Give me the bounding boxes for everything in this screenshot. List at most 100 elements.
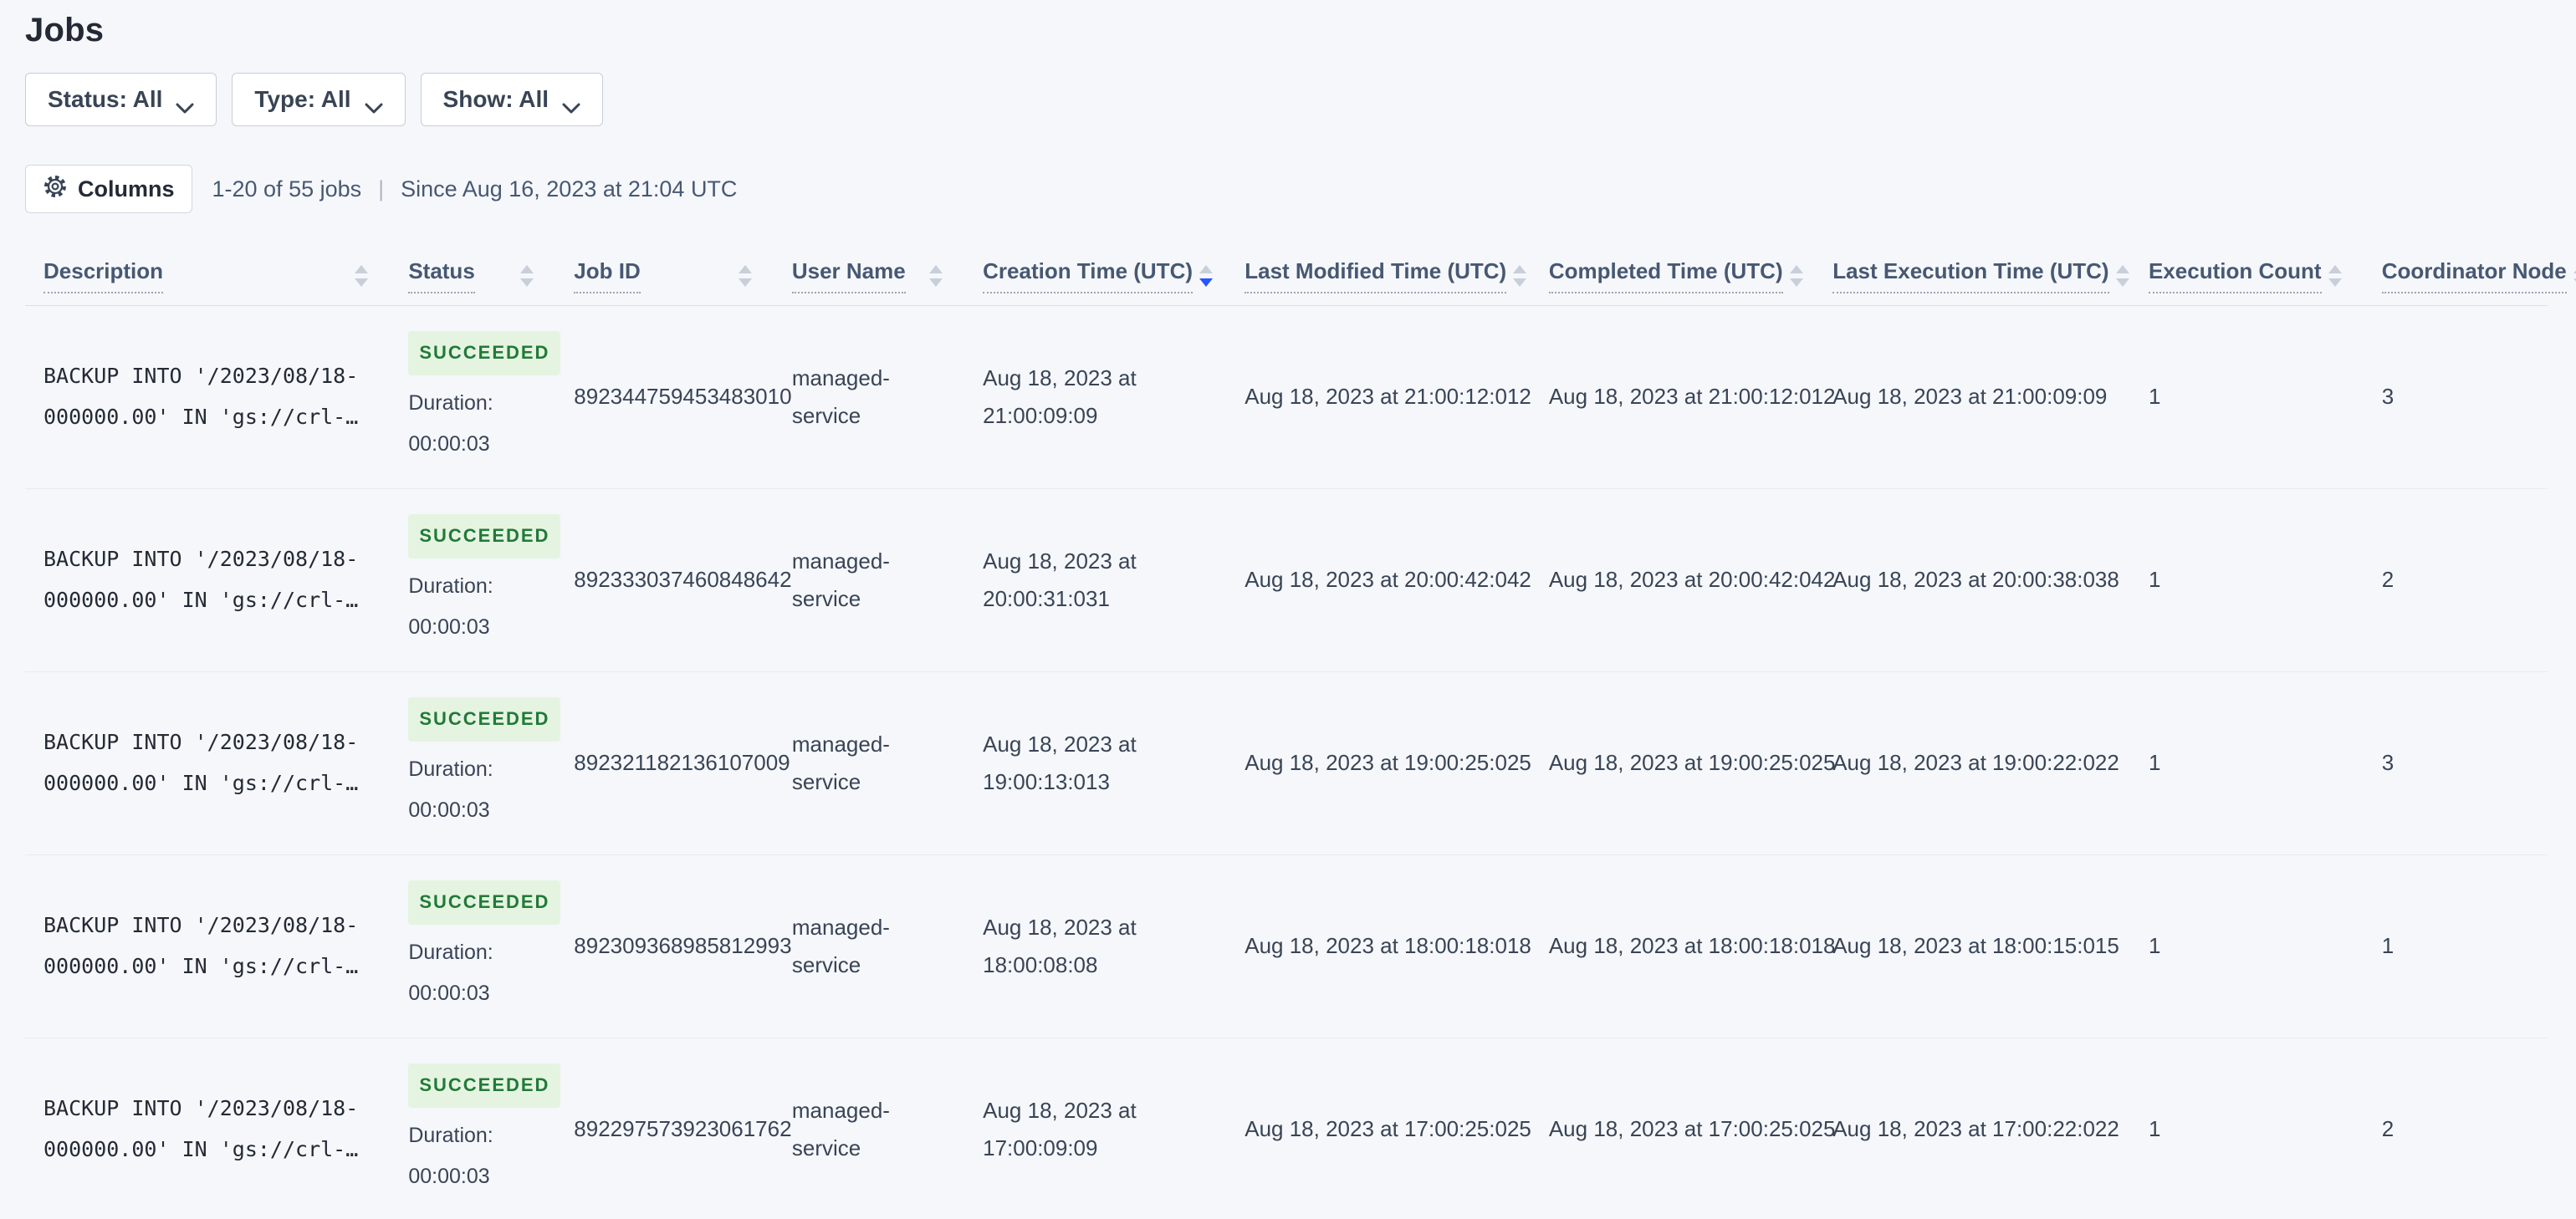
duration-label: Duration: xyxy=(408,1123,493,1147)
creation-time: Aug 18, 2023 at 19:00:13:013 xyxy=(983,731,1137,795)
sort-down-icon xyxy=(355,278,369,287)
creation-time: Aug 18, 2023 at 18:00:08:08 xyxy=(983,914,1137,978)
status-badge: SUCCEEDED xyxy=(408,1063,561,1108)
status-badge: SUCCEEDED xyxy=(408,880,561,925)
sort-icon[interactable] xyxy=(520,265,534,287)
column-header-label[interactable]: Execution Count xyxy=(2148,258,2322,293)
table-header: Description Status Job ID User Name Crea… xyxy=(25,237,2576,306)
sort-icon[interactable] xyxy=(1199,265,1213,287)
column-header[interactable]: Coordinator Node xyxy=(2361,237,2576,306)
last-modified-time: Aug 18, 2023 at 18:00:18:018 xyxy=(1245,933,1531,959)
last-execution-time: Aug 18, 2023 at 21:00:09:09 xyxy=(1832,384,2108,410)
job-description[interactable]: BACKUP INTO '/2023/08/18- 000000.00' IN … xyxy=(43,1089,368,1171)
duration-value: 00:00:03 xyxy=(408,1165,490,1189)
job-id: 892321182136107009 xyxy=(574,750,790,776)
job-id: 892309368985812993 xyxy=(574,933,792,959)
duration-label: Duration: xyxy=(408,574,493,598)
sort-icon[interactable] xyxy=(929,265,943,287)
filter-dropdown[interactable]: Show: All xyxy=(420,73,604,126)
table-row[interactable]: BACKUP INTO '/2023/08/18- 000000.00' IN … xyxy=(25,1038,2548,1219)
completed-time: Aug 18, 2023 at 18:00:18:018 xyxy=(1548,933,1836,959)
duration-value: 00:00:03 xyxy=(408,982,490,1006)
table-row[interactable]: BACKUP INTO '/2023/08/18- 000000.00' IN … xyxy=(25,306,2548,489)
column-header[interactable]: Last Modified Time (UTC) xyxy=(1224,237,1529,306)
columns-button-label: Columns xyxy=(78,176,175,201)
sort-icon[interactable] xyxy=(738,265,752,287)
coordinator-node: 3 xyxy=(2381,384,2395,410)
column-header-label[interactable]: Status xyxy=(408,258,475,293)
column-header-label[interactable]: Last Execution Time (UTC) xyxy=(1832,258,2109,293)
creation-time: Aug 18, 2023 at 20:00:31:031 xyxy=(983,548,1137,612)
completed-time: Aug 18, 2023 at 20:00:42:042 xyxy=(1548,567,1836,593)
sort-down-icon xyxy=(1199,278,1213,287)
last-modified-time: Aug 18, 2023 at 21:00:12:012 xyxy=(1245,384,1531,410)
duration-value: 00:00:03 xyxy=(408,798,490,823)
job-id: 892297573923061762 xyxy=(574,1116,792,1142)
jobs-page: Jobs Status: All Type: All Show: All Col… xyxy=(0,0,2576,1219)
user-name: managed- service xyxy=(791,548,890,612)
execution-count: 1 xyxy=(2148,933,2161,959)
column-header-label[interactable]: Coordinator Node xyxy=(2381,258,2567,293)
filter-dropdown[interactable]: Status: All xyxy=(25,73,217,126)
column-header[interactable]: User Name xyxy=(771,237,963,306)
sort-up-icon xyxy=(1513,265,1527,273)
column-header[interactable]: Status xyxy=(388,237,555,306)
column-header[interactable]: Execution Count xyxy=(2128,237,2362,306)
column-header[interactable]: Description xyxy=(25,237,389,306)
sort-down-icon xyxy=(1789,278,1803,287)
column-header[interactable]: Creation Time (UTC) xyxy=(963,237,1225,306)
sort-up-icon xyxy=(738,265,752,273)
columns-button[interactable]: Columns xyxy=(25,165,192,213)
column-header-label[interactable]: User Name xyxy=(791,258,906,293)
column-header-label[interactable]: Description xyxy=(43,258,164,293)
status-badge: SUCCEEDED xyxy=(408,514,561,558)
column-header-label[interactable]: Job ID xyxy=(574,258,641,293)
sort-icon[interactable] xyxy=(2115,265,2129,287)
sort-down-icon xyxy=(929,278,943,287)
duration-value: 00:00:03 xyxy=(408,615,490,640)
sort-icon[interactable] xyxy=(1789,265,1803,287)
table-row[interactable]: BACKUP INTO '/2023/08/18- 000000.00' IN … xyxy=(25,672,2548,855)
sort-up-icon xyxy=(1789,265,1803,273)
completed-time: Aug 18, 2023 at 17:00:25:025 xyxy=(1548,1116,1836,1142)
chevron-down-icon xyxy=(176,94,194,114)
last-execution-time: Aug 18, 2023 at 20:00:38:038 xyxy=(1832,567,2119,593)
column-header-label[interactable]: Last Modified Time (UTC) xyxy=(1245,258,1507,293)
sort-down-icon xyxy=(2115,278,2129,287)
execution-count: 1 xyxy=(2148,1116,2161,1142)
column-header[interactable]: Completed Time (UTC) xyxy=(1528,237,1813,306)
sort-icon[interactable] xyxy=(355,265,369,287)
sort-down-icon xyxy=(520,278,534,287)
execution-count: 1 xyxy=(2148,750,2161,776)
job-description[interactable]: BACKUP INTO '/2023/08/18- 000000.00' IN … xyxy=(43,722,368,804)
sort-icon[interactable] xyxy=(2328,265,2342,287)
column-header[interactable]: Last Execution Time (UTC) xyxy=(1812,237,2129,306)
job-description[interactable]: BACKUP INTO '/2023/08/18- 000000.00' IN … xyxy=(43,356,368,438)
column-header-label[interactable]: Completed Time (UTC) xyxy=(1548,258,1783,293)
chevron-down-icon xyxy=(562,94,580,114)
duration-value: 00:00:03 xyxy=(408,432,490,456)
filter-dropdown[interactable]: Type: All xyxy=(232,73,406,126)
user-name: managed- service xyxy=(791,914,890,978)
duration-label: Duration: xyxy=(408,390,493,415)
gear-icon xyxy=(43,174,68,205)
table-row[interactable]: BACKUP INTO '/2023/08/18- 000000.00' IN … xyxy=(25,855,2548,1038)
job-description[interactable]: BACKUP INTO '/2023/08/18- 000000.00' IN … xyxy=(43,905,368,987)
table-row[interactable]: BACKUP INTO '/2023/08/18- 000000.00' IN … xyxy=(25,489,2548,672)
coordinator-node: 2 xyxy=(2381,1116,2395,1142)
sort-down-icon xyxy=(2328,278,2342,287)
job-description[interactable]: BACKUP INTO '/2023/08/18- 000000.00' IN … xyxy=(43,539,368,621)
toolbar: Columns 1-20 of 55 jobs | Since Aug 16, … xyxy=(25,165,2551,213)
column-header-label[interactable]: Creation Time (UTC) xyxy=(983,258,1193,293)
last-modified-time: Aug 18, 2023 at 19:00:25:025 xyxy=(1245,750,1531,776)
sort-icon[interactable] xyxy=(1513,265,1527,287)
column-header[interactable]: Job ID xyxy=(554,237,772,306)
status-badge: SUCCEEDED xyxy=(408,331,561,375)
jobs-table: Description Status Job ID User Name Crea… xyxy=(25,237,2576,1219)
sort-up-icon xyxy=(2328,265,2342,273)
sort-down-icon xyxy=(1513,278,1527,287)
completed-time: Aug 18, 2023 at 21:00:12:012 xyxy=(1548,384,1836,410)
filter-dropdown-label: Type: All xyxy=(254,86,351,112)
table-header-row: Description Status Job ID User Name Crea… xyxy=(25,237,2576,306)
since-timestamp: Since Aug 16, 2023 at 21:04 UTC xyxy=(401,176,738,201)
